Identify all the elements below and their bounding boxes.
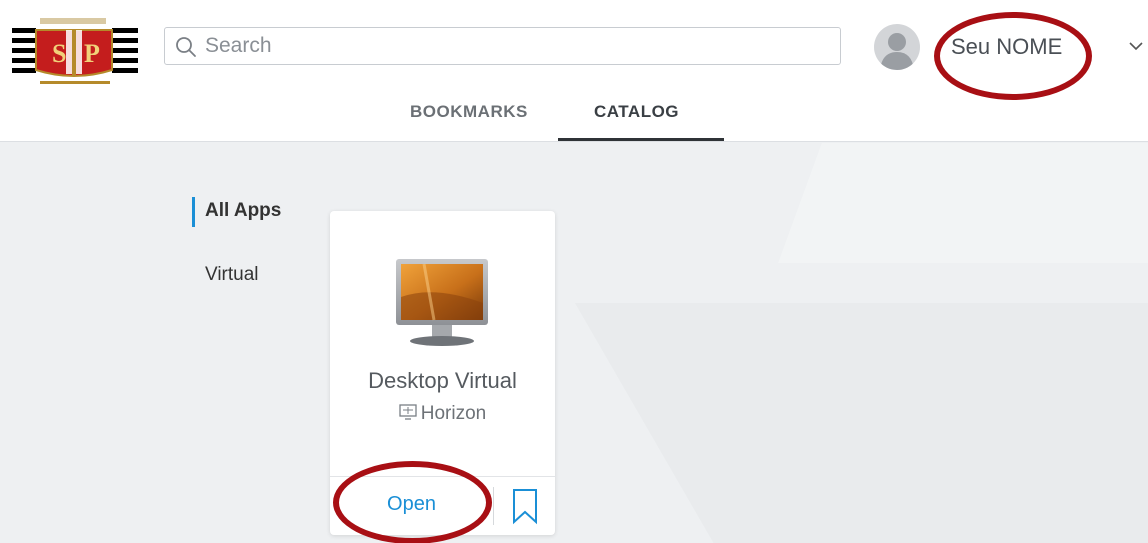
background-shape — [574, 303, 1148, 543]
tab-catalog[interactable]: CATALOG — [594, 102, 679, 122]
user-name[interactable]: Seu NOME — [951, 34, 1062, 60]
chevron-down-icon[interactable] — [1128, 40, 1144, 52]
active-tab-indicator — [558, 138, 724, 141]
tab-bookmarks[interactable]: BOOKMARKS — [410, 102, 528, 122]
active-category-indicator — [192, 197, 195, 227]
bookmark-icon[interactable] — [508, 486, 542, 526]
app-type: Horizon — [330, 403, 555, 425]
app-title: Desktop Virtual — [368, 368, 517, 393]
app-card[interactable]: Desktop Virtual Horizon Open — [330, 211, 555, 535]
open-button[interactable]: Open — [330, 477, 493, 533]
user-avatar[interactable] — [874, 24, 920, 70]
desktop-monitor-icon — [396, 259, 488, 346]
category-virtual[interactable]: Virtual — [205, 264, 259, 286]
card-footer: Open — [330, 476, 555, 535]
app-type-label: Horizon — [420, 403, 487, 424]
search-input[interactable] — [205, 30, 825, 62]
content-background — [0, 143, 1148, 543]
top-header: S P Seu NOME BOOKMARKS CATALOG — [0, 0, 1148, 142]
category-all-apps[interactable]: All Apps — [205, 200, 281, 222]
svg-text:S: S — [52, 39, 66, 68]
user-silhouette-icon — [880, 33, 914, 70]
logo-sp-emblem[interactable]: S P — [12, 18, 138, 88]
horizon-desktop-icon — [399, 404, 417, 420]
search-icon — [176, 37, 196, 57]
search-box[interactable] — [164, 27, 841, 65]
svg-text:P: P — [84, 39, 100, 68]
background-shape — [778, 143, 1148, 263]
footer-divider — [493, 487, 494, 525]
